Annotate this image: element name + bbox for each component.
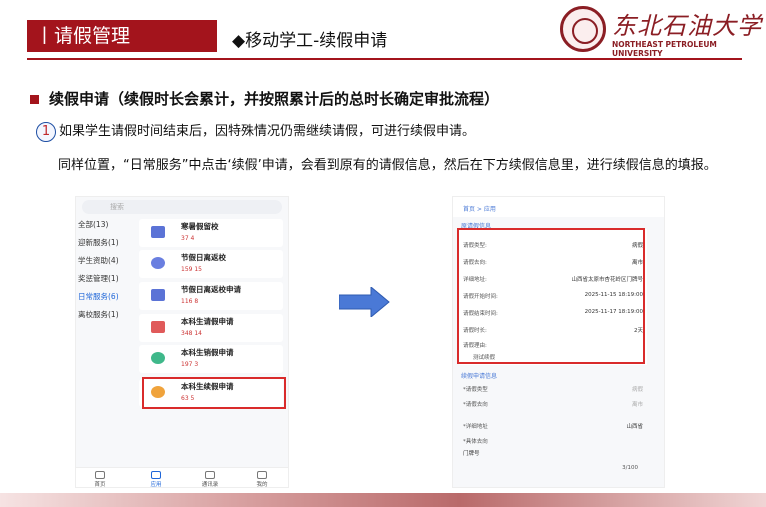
- nav-home[interactable]: 首页: [90, 471, 110, 488]
- field-value: 病假: [631, 387, 643, 393]
- category-item-active[interactable]: 日常服务(6): [78, 288, 134, 306]
- field-label: *请假去向: [463, 402, 488, 408]
- paragraph-2: 同样位置，“日常服务”中点击‘续假’申请，会看到原有的请假信息，然后在下方续假信…: [58, 158, 717, 173]
- field-value: 山西省: [626, 424, 643, 430]
- bullet-square-icon: [30, 95, 39, 104]
- home-icon: [95, 471, 105, 479]
- nav-label: 首页: [94, 482, 106, 488]
- nav-label: 通讯录: [201, 482, 219, 488]
- apps-icon: [151, 471, 161, 479]
- paragraph-1: 1 如果学生请假时间结束后，因特殊情况仍需继续请假，可进行续假申请。: [36, 120, 746, 142]
- university-logo-en: NORTHEAST PETROLEUM UNIVERSITY: [612, 40, 717, 58]
- heading-text: 续假申请（续假时长会累计，并按照累计后的总时长确定审批流程）: [49, 90, 500, 108]
- app-card-stats: 116 8: [181, 298, 199, 305]
- category-list: 全部(13) 迎新服务(1) 学生资助(4) 奖惩管理(1) 日常服务(6) 离…: [78, 215, 134, 324]
- app-card[interactable]: 节假日离返校申请 116 8: [139, 282, 283, 310]
- app-card[interactable]: 节假日离返校 159 15: [139, 250, 283, 278]
- search-input[interactable]: 搜索: [82, 200, 282, 214]
- app-icon: [151, 289, 165, 301]
- step-number-badge: 1: [36, 122, 56, 142]
- category-item[interactable]: 学生资助(4): [78, 252, 134, 270]
- app-card[interactable]: 本科生销假申请 197 3: [139, 345, 283, 373]
- app-icon: [151, 226, 165, 238]
- field-label: *详细地址: [463, 424, 488, 430]
- paragraph-1-text: 如果学生请假时间结束后，因特殊情况仍需继续请假，可进行续假申请。: [59, 124, 476, 139]
- app-icon: [151, 321, 165, 333]
- category-item[interactable]: 迎新服务(1): [78, 234, 134, 252]
- section-tag: 丨请假管理: [27, 20, 217, 52]
- field-label: *具体去向: [463, 439, 488, 445]
- app-icon: [151, 257, 165, 269]
- app-card-stats: 197 3: [181, 361, 199, 368]
- app-card[interactable]: 寒暑假留校 37 4: [139, 219, 283, 247]
- section-title-2: 续假申请信息: [461, 373, 498, 380]
- app-card-stats: 159 15: [181, 266, 202, 273]
- bottom-nav: 首页 应用 通讯录 我的: [76, 467, 288, 488]
- field-label: 门牌号: [463, 451, 480, 457]
- slide-header: 丨请假管理 ◆移动学工-续假申请 东北石油大学 NORTHEAST PETROL…: [0, 0, 766, 62]
- field-value: 离市: [631, 402, 643, 408]
- left-phone-screenshot: 搜索 全部(13) 迎新服务(1) 学生资助(4) 奖惩管理(1) 日常服务(6…: [75, 196, 289, 488]
- category-item[interactable]: 奖惩管理(1): [78, 270, 134, 288]
- content-heading: 续假申请（续假时长会累计，并按照累计后的总时长确定审批流程）: [30, 88, 499, 109]
- app-card-title: 节假日离返校: [181, 253, 226, 262]
- slide-subtitle: ◆移动学工-续假申请: [232, 31, 388, 51]
- app-card-title: 寒暑假留校: [181, 222, 219, 231]
- highlight-box-2: [457, 228, 645, 364]
- university-seal-icon: [560, 6, 606, 52]
- app-card-title: 节假日离返校申请: [181, 285, 241, 294]
- field-label: *请假类型: [463, 387, 488, 393]
- footer-decoration: [0, 493, 766, 507]
- user-icon: [257, 471, 267, 479]
- category-item[interactable]: 离校服务(1): [78, 306, 134, 324]
- header-divider: [27, 58, 742, 60]
- nav-contacts[interactable]: 通讯录: [200, 471, 220, 488]
- breadcrumb[interactable]: 首页 > 应用: [453, 197, 664, 217]
- app-card[interactable]: 本科生请假申请 348 14: [139, 314, 283, 342]
- app-card-stats: 348 14: [181, 330, 202, 337]
- highlight-box: [142, 377, 286, 409]
- arrow-right-icon: [339, 287, 390, 317]
- char-counter: 3/100: [622, 465, 638, 471]
- category-item[interactable]: 全部(13): [78, 216, 134, 234]
- nav-apps[interactable]: 应用: [146, 471, 166, 488]
- app-card-title: 本科生请假申请: [181, 317, 234, 326]
- app-card-stats: 37 4: [181, 235, 195, 242]
- nav-profile[interactable]: 我的: [252, 471, 272, 488]
- app-icon: [151, 352, 165, 364]
- university-logo-text: 东北石油大学: [612, 12, 762, 40]
- app-card-title: 本科生销假申请: [181, 348, 234, 357]
- contacts-icon: [205, 471, 215, 479]
- nav-label: 我的: [256, 482, 268, 488]
- nav-label: 应用: [150, 482, 162, 488]
